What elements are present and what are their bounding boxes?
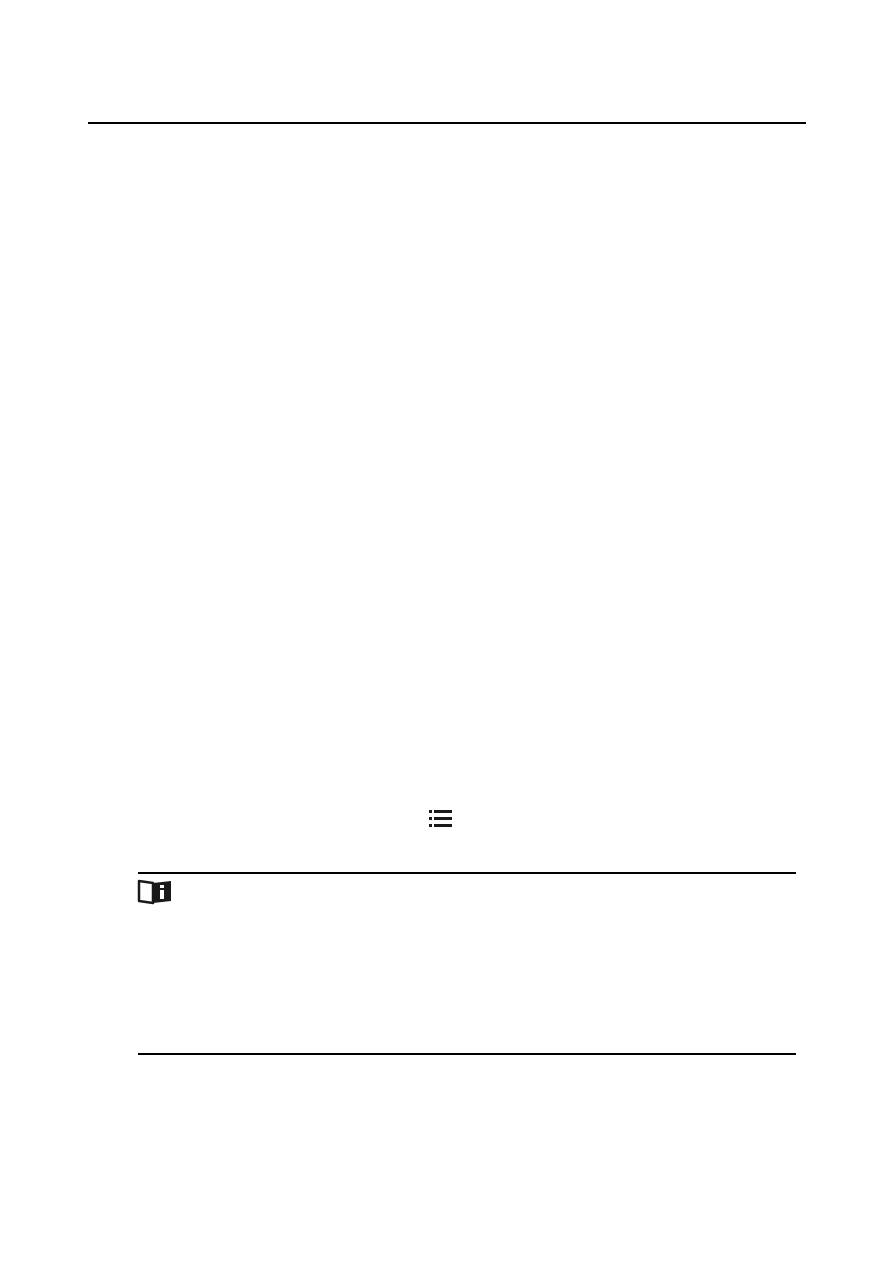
note-book-info-icon [137, 879, 171, 905]
page-header-rule [88, 122, 806, 124]
list-icon [429, 810, 452, 827]
note-top-rule [138, 872, 796, 874]
note-bottom-rule [138, 1053, 796, 1055]
